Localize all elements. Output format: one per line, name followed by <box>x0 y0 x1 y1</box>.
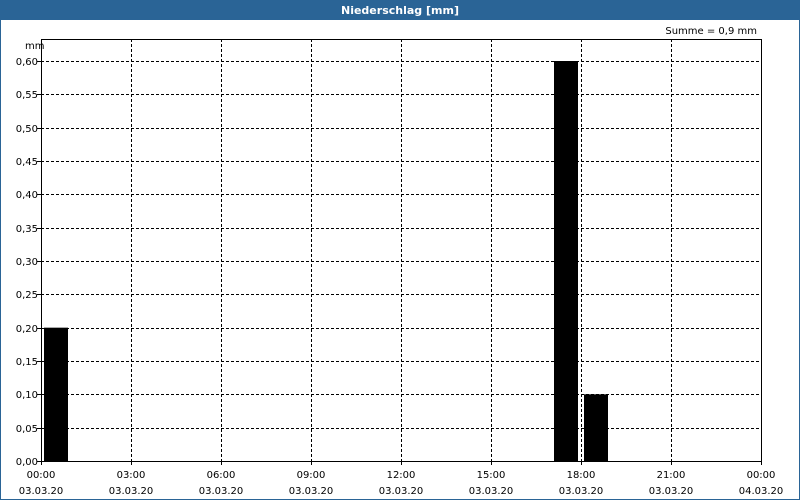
y-tick-labels: 0,00 0,05 0,10 0,15 0,20 0,25 0,30 0,35 0,40 0,45… <box>16 57 38 468</box>
x-tick-date: 03.03.20 <box>649 486 694 497</box>
x-tick-time: 03:00 <box>117 470 146 481</box>
x-tick-date: 03.03.20 <box>379 486 424 497</box>
y-tick-label: 0,40 <box>16 190 38 201</box>
x-tick-time: 15:00 <box>477 470 506 481</box>
x-tick-date: 03.03.20 <box>199 486 244 497</box>
x-tick-date: 04.03.20 <box>739 486 784 497</box>
grid-lines <box>41 39 761 461</box>
x-tick-date: 03.03.20 <box>469 486 514 497</box>
y-tick-label: 0,55 <box>16 90 38 101</box>
bar <box>584 394 608 461</box>
x-tick-date: 03.03.20 <box>19 486 64 497</box>
x-tick-date: 03.03.20 <box>109 486 154 497</box>
bar <box>554 61 578 461</box>
x-tick-time: 00:00 <box>27 470 56 481</box>
x-tick-labels: 00:00 03.03.20 03:00 03.03.20 06:00 03.03.20 0… <box>19 470 784 497</box>
y-tick-label: 0,60 <box>16 57 38 68</box>
y-tick-label: 0,05 <box>16 424 38 435</box>
y-tick-label: 0,50 <box>16 124 38 135</box>
x-tick-time: 18:00 <box>567 470 596 481</box>
axes <box>37 39 762 465</box>
chart-window: Niederschlag [mm] Summe = 0,9 mm mm 0,00… <box>0 0 800 500</box>
x-tick-time: 12:00 <box>387 470 416 481</box>
x-tick-time: 00:00 <box>747 470 776 481</box>
y-tick-label: 0,35 <box>16 224 38 235</box>
x-tick-date: 03.03.20 <box>559 486 604 497</box>
y-tick-label: 0,45 <box>16 157 38 168</box>
precipitation-chart: 0,00 0,05 0,10 0,15 0,20 0,25 0,30 0,35 0,40 0,45… <box>16 39 784 497</box>
y-tick-label: 0,10 <box>16 390 38 401</box>
y-tick-label: 0,00 <box>16 457 38 468</box>
x-tick-date: 03.03.20 <box>289 486 334 497</box>
x-tick-time: 21:00 <box>657 470 686 481</box>
bar <box>44 327 68 461</box>
y-tick-label: 0,15 <box>16 357 38 368</box>
y-tick-label: 0,20 <box>16 324 38 335</box>
y-tick-label: 0,30 <box>16 257 38 268</box>
x-tick-time: 06:00 <box>207 470 236 481</box>
y-tick-label: 0,25 <box>16 290 38 301</box>
x-tick-time: 09:00 <box>297 470 326 481</box>
